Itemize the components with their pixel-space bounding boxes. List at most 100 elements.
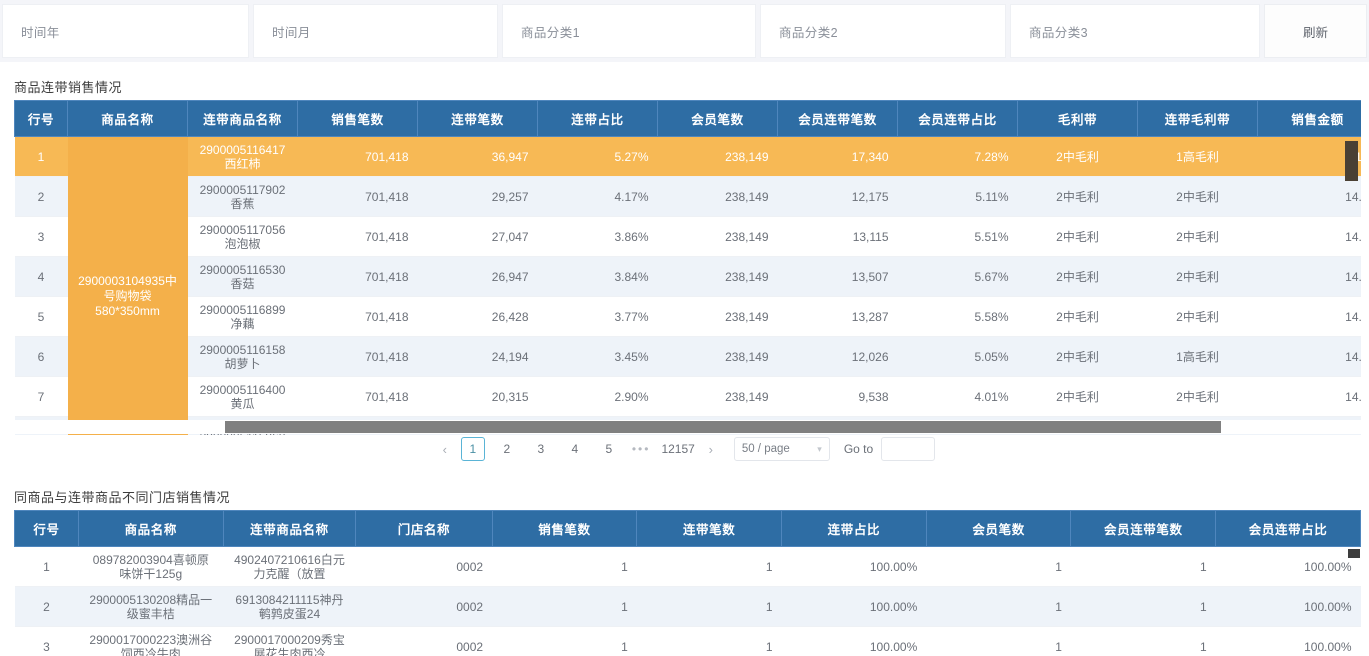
linked-product-name: 2900005116899净藕 (188, 297, 298, 337)
linked-margin-band: 2中毛利 (1138, 257, 1258, 297)
table1-col-8[interactable]: 会员连带占比 (898, 101, 1018, 137)
goto-input[interactable] (881, 437, 935, 461)
table-row[interactable]: 52900005116899净藕701,41826,4283.77%238,14… (15, 297, 1362, 337)
pagination-ellipsis[interactable]: ••• (632, 442, 651, 456)
pagination-next-icon[interactable]: › (700, 437, 722, 461)
member-count: 238,149 (658, 297, 778, 337)
table1-col-5[interactable]: 连带占比 (538, 101, 658, 137)
row-number: 6 (15, 337, 68, 377)
row-number: 2 (15, 587, 79, 627)
linked-count: 27,047 (418, 217, 538, 257)
table2-col-0[interactable]: 行号 (15, 511, 79, 547)
page-size-select[interactable]: 50 / page ▾ (734, 437, 830, 461)
linked-count: 36,947 (418, 137, 538, 177)
product-name: 089782003904喜顿原味饼干125g (78, 547, 223, 587)
linked-product-name: 2900005116400黄瓜 (188, 377, 298, 417)
sales-count: 701,418 (298, 377, 418, 417)
table2-header-row: 行号商品名称连带商品名称门店名称销售笔数连带笔数连带占比会员笔数会员连带笔数会员… (15, 511, 1361, 547)
filter-category-3-label: 商品分类3 (1029, 22, 1088, 41)
table-row[interactable]: 32900017000223澳洲谷饲西冷牛肉2900017000209秀宝展花生… (15, 627, 1361, 656)
table1-col-7[interactable]: 会员连带笔数 (778, 101, 898, 137)
pagination-last-page[interactable]: 12157 (661, 437, 694, 461)
row-number: 5 (15, 297, 68, 337)
linked-count: 26,947 (418, 257, 538, 297)
table-row[interactable]: 22900005117902香蕉701,41829,2574.17%238,14… (15, 177, 1362, 217)
table1-col-9[interactable]: 毛利带 (1018, 101, 1138, 137)
table1-horizontal-scrollbar-thumb[interactable] (225, 421, 1221, 433)
member-count: 238,149 (658, 257, 778, 297)
linked-count: 24,194 (418, 337, 538, 377)
member-linked-ratio: 100.00% (1216, 547, 1361, 587)
table1-pagination: ‹ 1 2 3 4 5 ••• 12157 › 50 / page ▾ Go t… (0, 437, 1369, 461)
refresh-button[interactable]: 刷新 (1264, 4, 1367, 58)
filter-year[interactable]: 时间年 (2, 4, 249, 58)
member-linked-count: 12,026 (778, 337, 898, 377)
table1-col-11[interactable]: 销售金额 (1258, 101, 1362, 137)
table-row[interactable]: 1089782003904喜顿原味饼干125g4902407210616白元力克… (15, 547, 1361, 587)
filter-month[interactable]: 时间月 (253, 4, 498, 58)
member-count: 238,149 (658, 377, 778, 417)
linked-ratio: 3.77% (538, 297, 658, 337)
table1-title: 商品连带销售情况 (14, 77, 122, 96)
filter-category-2[interactable]: 商品分类2 (760, 4, 1006, 58)
filter-category-1-label: 商品分类1 (521, 22, 580, 41)
table1-col-1[interactable]: 商品名称 (68, 101, 188, 137)
linked-margin-band: 2中毛利 (1138, 217, 1258, 257)
pagination-page-5[interactable]: 5 (597, 437, 621, 461)
pagination-page-3[interactable]: 3 (529, 437, 553, 461)
table2-col-5[interactable]: 连带笔数 (637, 511, 782, 547)
table-row[interactable]: 22900005130208精品一级蜜丰桔6913084211115神丹鹌鹑皮蛋… (15, 587, 1361, 627)
table2-col-7[interactable]: 会员笔数 (926, 511, 1071, 547)
sales-amount: 14.7 (1258, 217, 1362, 257)
filter-category-1[interactable]: 商品分类1 (502, 4, 756, 58)
pagination-prev-icon[interactable]: ‹ (434, 437, 456, 461)
table2-col-3[interactable]: 门店名称 (356, 511, 492, 547)
linked-ratio: 2.90% (538, 377, 658, 417)
table2-col-6[interactable]: 连带占比 (782, 511, 927, 547)
table2-vertical-scrollbar-thumb[interactable] (1348, 549, 1360, 558)
margin-band: 2中毛利 (1018, 137, 1138, 177)
table-row[interactable]: 72900005116400黄瓜701,41820,3152.90%238,14… (15, 377, 1362, 417)
sales-count: 701,418 (298, 257, 418, 297)
store-name: 0002 (356, 587, 492, 627)
linked-ratio: 100.00% (782, 627, 927, 656)
table2-col-8[interactable]: 会员连带笔数 (1071, 511, 1216, 547)
table1-col-10[interactable]: 连带毛利带 (1138, 101, 1258, 137)
pagination-page-1[interactable]: 1 (461, 437, 485, 461)
table-row[interactable]: 42900005116530香菇701,41826,9473.84%238,14… (15, 257, 1362, 297)
filter-category-3[interactable]: 商品分类3 (1010, 4, 1260, 58)
margin-band: 2中毛利 (1018, 217, 1138, 257)
linked-ratio: 100.00% (782, 587, 927, 627)
linked-margin-band: 1高毛利 (1138, 337, 1258, 377)
table1-col-2[interactable]: 连带商品名称 (188, 101, 298, 137)
sales-count: 701,418 (298, 337, 418, 377)
member-count: 1 (926, 627, 1071, 656)
linked-count: 1 (637, 587, 782, 627)
member-linked-count: 1 (1071, 627, 1216, 656)
table1-col-4[interactable]: 连带笔数 (418, 101, 538, 137)
table2-col-4[interactable]: 销售笔数 (492, 511, 637, 547)
table-row[interactable]: 32900005117056泡泡椒701,41827,0473.86%238,1… (15, 217, 1362, 257)
table1-vertical-scrollbar-thumb[interactable] (1345, 141, 1358, 181)
row-number: 1 (15, 547, 79, 587)
table2-col-1[interactable]: 商品名称 (78, 511, 223, 547)
table2-col-9[interactable]: 会员连带占比 (1216, 511, 1361, 547)
table2-col-2[interactable]: 连带商品名称 (223, 511, 356, 547)
pagination-page-2[interactable]: 2 (495, 437, 519, 461)
table-row[interactable]: 62900005116158胡萝卜701,41824,1943.45%238,1… (15, 337, 1362, 377)
table1-col-0[interactable]: 行号 (15, 101, 68, 137)
merged-product-name-cell: 2900003104935中号购物袋 580*350mm (68, 137, 188, 436)
pagination-page-4[interactable]: 4 (563, 437, 587, 461)
table-row[interactable]: 12900003104935中号购物袋 580*350mm29000051164… (15, 137, 1362, 177)
table1-col-3[interactable]: 销售笔数 (298, 101, 418, 137)
page-size-value: 50 / page (742, 443, 790, 455)
dashboard-page: 时间年 时间月 商品分类1 商品分类2 商品分类3 刷新 商品连带销售情况 行号… (0, 0, 1369, 656)
product-name: 2900017000223澳洲谷饲西冷牛肉 (78, 627, 223, 656)
margin-band: 2中毛利 (1018, 177, 1138, 217)
linked-sales-table-container: 行号商品名称连带商品名称销售笔数连带笔数连带占比会员笔数会员连带笔数会员连带占比… (14, 100, 1361, 435)
member-linked-ratio: 5.58% (898, 297, 1018, 337)
table1-header-row: 行号商品名称连带商品名称销售笔数连带笔数连带占比会员笔数会员连带笔数会员连带占比… (15, 101, 1362, 137)
store-name: 0002 (356, 547, 492, 587)
table1-col-6[interactable]: 会员笔数 (658, 101, 778, 137)
sales-count: 1 (492, 627, 637, 656)
